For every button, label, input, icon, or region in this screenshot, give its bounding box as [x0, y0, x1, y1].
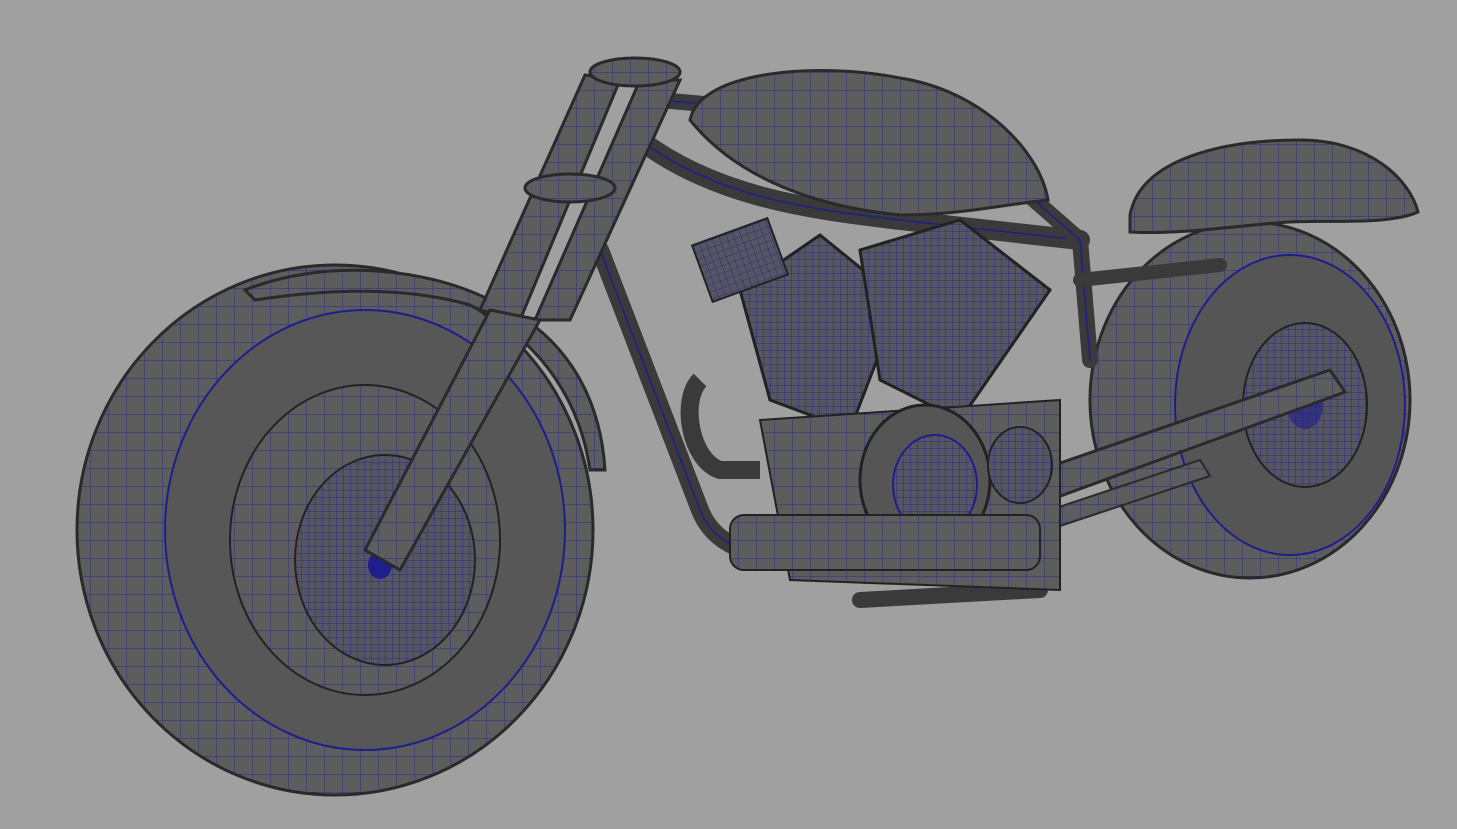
3d-viewport[interactable] [0, 0, 1457, 829]
rear-fender[interactable] [1128, 138, 1420, 235]
model-canvas[interactable] [0, 0, 1457, 829]
